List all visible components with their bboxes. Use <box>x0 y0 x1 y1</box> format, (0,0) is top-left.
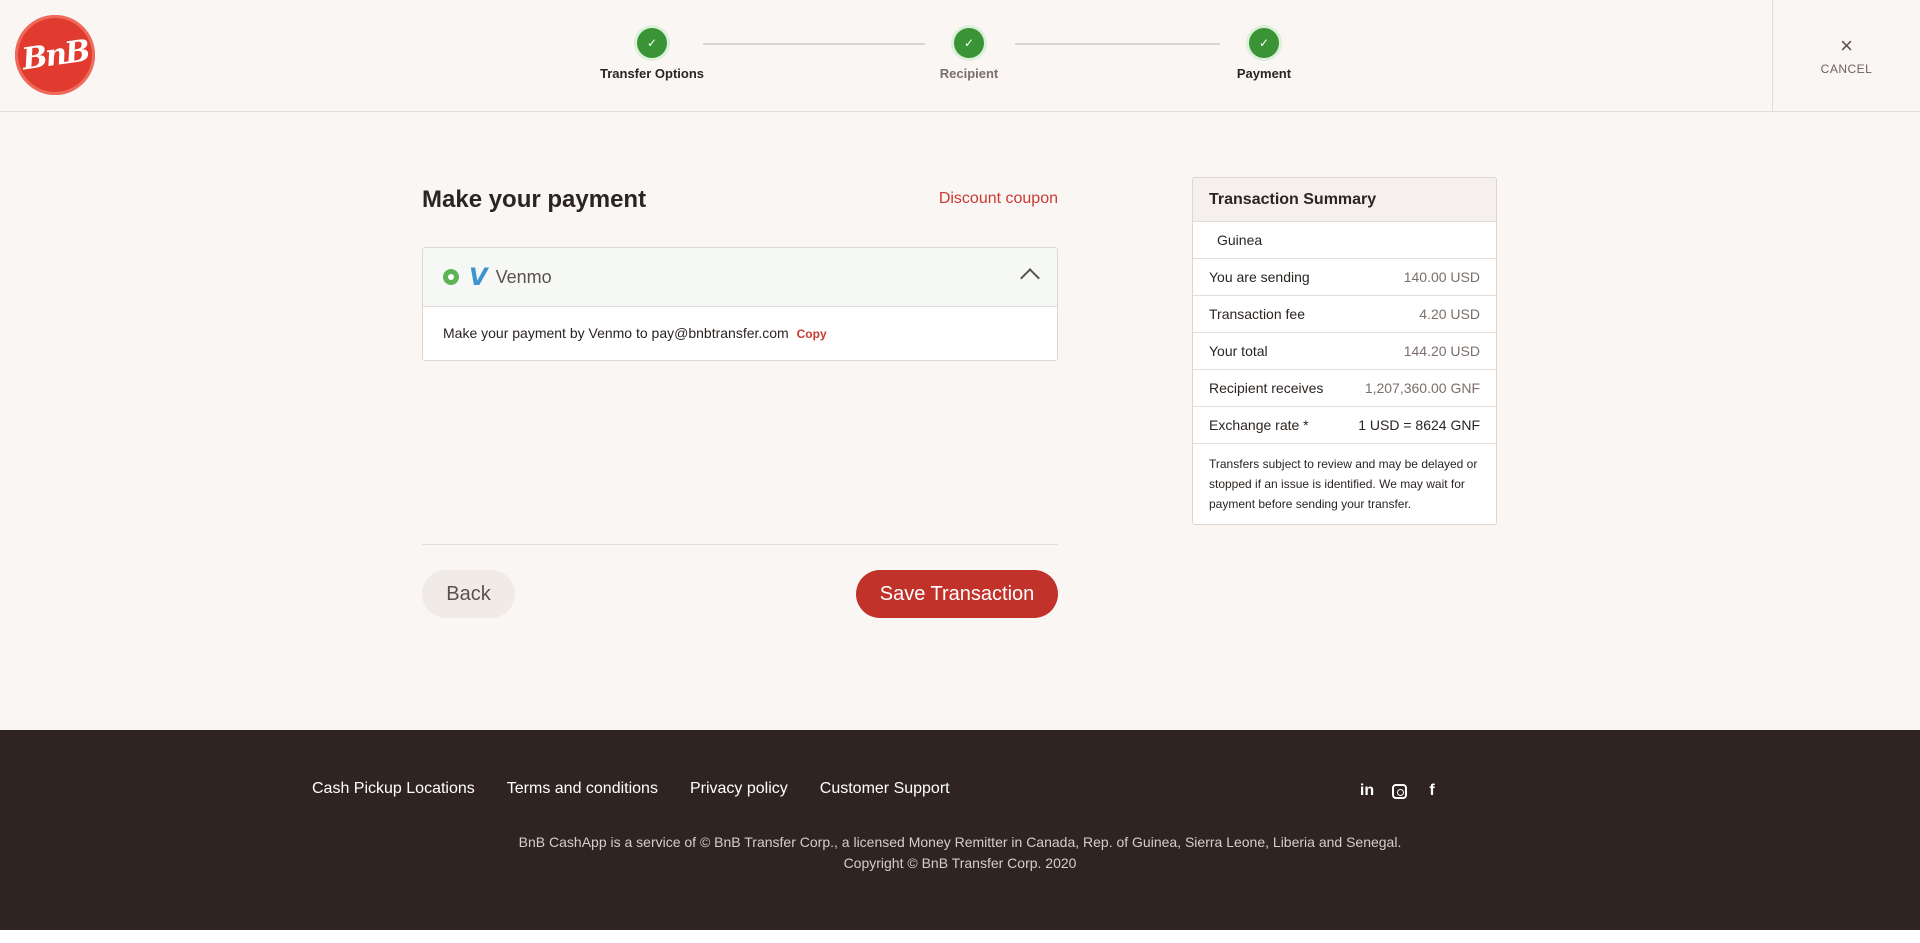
payment-method-card: V Venmo Make your payment by Venmo to pa… <box>422 247 1058 361</box>
step-recipient: ✓ Recipient <box>889 28 1049 81</box>
summary-row: Exchange rate * 1 USD = 8624 GNF <box>1193 407 1496 444</box>
payment-method-header[interactable]: V Venmo <box>423 248 1057 307</box>
instagram-icon[interactable] <box>1392 783 1407 799</box>
copy-button[interactable]: Copy <box>797 327 827 341</box>
divider <box>422 544 1058 545</box>
venmo-icon: V <box>469 263 488 291</box>
site-footer: Cash Pickup Locations Terms and conditio… <box>0 730 1920 930</box>
save-transaction-button[interactable]: Save Transaction <box>856 570 1058 618</box>
footer-link-support[interactable]: Customer Support <box>820 780 950 798</box>
payment-instructions: Make your payment by Venmo to pay@bnbtra… <box>423 307 1057 359</box>
summary-row: Recipient receives 1,207,360.00 GNF <box>1193 370 1496 407</box>
summary-title: Transaction Summary <box>1193 178 1496 222</box>
footer-legal: BnB CashApp is a service of © BnB Transf… <box>0 832 1920 874</box>
step-payment: ✓ Payment <box>1184 28 1344 81</box>
step-label: Payment <box>1236 66 1292 81</box>
back-button[interactable]: Back <box>422 570 515 618</box>
check-icon: ✓ <box>637 28 667 58</box>
top-header: BnB ✓ Transfer Options ✓ Recipient ✓ Pay… <box>0 0 1920 112</box>
discount-coupon-link[interactable]: Discount coupon <box>939 190 1058 208</box>
transaction-summary: Transaction Summary Guinea You are sendi… <box>1192 177 1497 525</box>
copyright-text: Copyright © BnB Transfer Corp. 2020 <box>843 855 1077 871</box>
check-icon: ✓ <box>1249 28 1279 58</box>
row-value: 1 USD = 8624 GNF <box>1358 417 1480 433</box>
country-name: Guinea <box>1217 232 1263 248</box>
footer-links: Cash Pickup Locations Terms and conditio… <box>312 780 950 798</box>
cancel-button[interactable]: × CANCEL <box>1772 0 1920 111</box>
summary-row: Your total 144.20 USD <box>1193 333 1496 370</box>
linkedin-icon[interactable]: in <box>1358 782 1376 800</box>
row-value: 1,207,360.00 GNF <box>1364 380 1480 396</box>
social-links: in f <box>1358 782 1441 800</box>
progress-stepper: ✓ Transfer Options ✓ Recipient ✓ Payment <box>0 28 1920 88</box>
bottom-strip <box>0 930 1920 943</box>
summary-note: Transfers subject to review and may be d… <box>1209 457 1478 511</box>
step-label: Recipient <box>939 66 999 81</box>
facebook-icon[interactable]: f <box>1423 782 1441 800</box>
radio-selected[interactable] <box>443 269 459 285</box>
instruction-text: Make your payment by Venmo to pay@bnbtra… <box>443 325 789 341</box>
chevron-up-icon[interactable] <box>1020 268 1040 288</box>
row-label: Your total <box>1209 343 1268 359</box>
summary-row: Transaction fee 4.20 USD <box>1193 296 1496 333</box>
footer-link-terms[interactable]: Terms and conditions <box>507 780 658 798</box>
row-label: Recipient receives <box>1209 380 1324 396</box>
step-label: Transfer Options <box>599 66 705 81</box>
row-value: 140.00 USD <box>1403 269 1480 285</box>
row-label: Transaction fee <box>1209 306 1305 322</box>
legal-text: BnB CashApp is a service of © BnB Transf… <box>518 834 1402 850</box>
step-transfer-options: ✓ Transfer Options <box>572 28 732 81</box>
payment-method-name: Venmo <box>495 266 552 287</box>
row-value: 144.20 USD <box>1403 343 1480 359</box>
cancel-label: CANCEL <box>1820 61 1873 76</box>
row-label: Exchange rate * <box>1209 417 1309 433</box>
summary-row: You are sending 140.00 USD <box>1193 259 1496 296</box>
row-value: 4.20 USD <box>1419 306 1480 322</box>
footer-link-privacy[interactable]: Privacy policy <box>690 780 788 798</box>
close-icon: × <box>1840 32 1853 58</box>
footer-link-cash-pickup[interactable]: Cash Pickup Locations <box>312 780 475 798</box>
check-icon: ✓ <box>954 28 984 58</box>
page-title: Make your payment <box>422 186 647 213</box>
summary-country: Guinea <box>1193 222 1496 259</box>
row-label: You are sending <box>1209 269 1310 285</box>
